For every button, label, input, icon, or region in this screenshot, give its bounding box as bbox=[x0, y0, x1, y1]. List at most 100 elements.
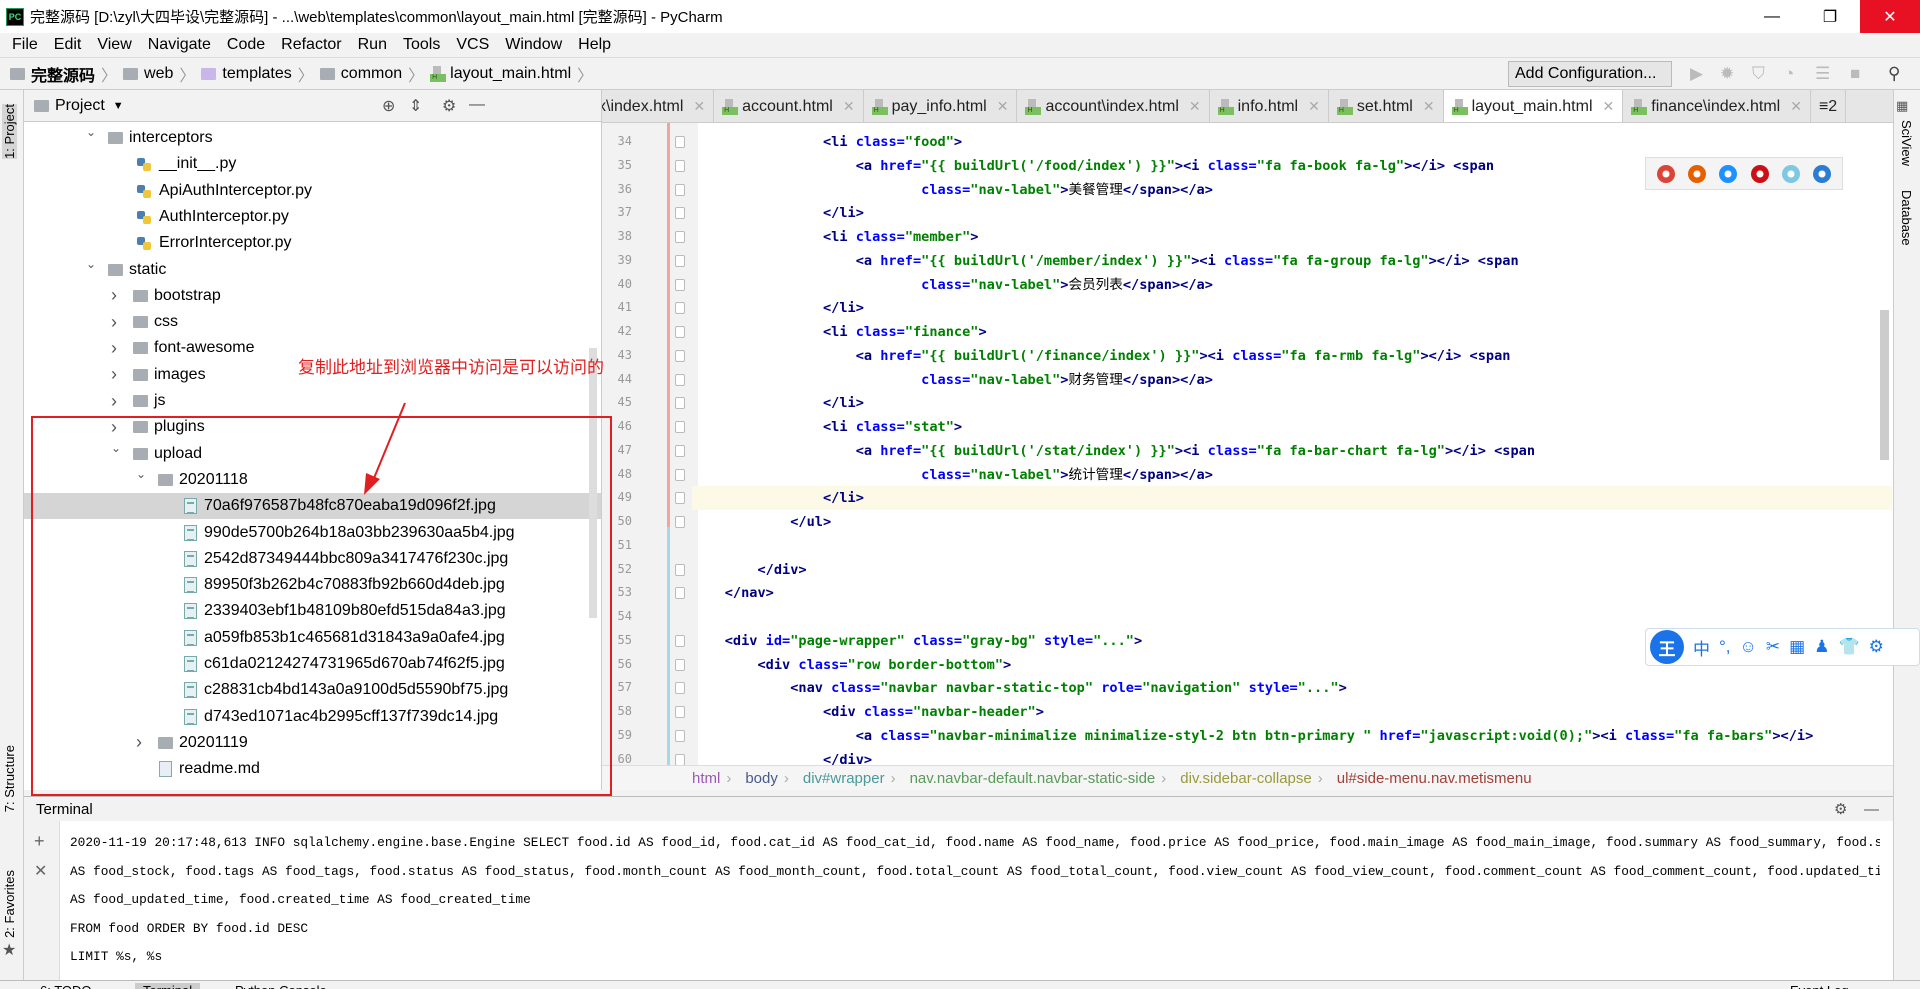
chevron-right-icon[interactable]: › bbox=[111, 285, 117, 306]
screenshot-icon[interactable]: ✂ bbox=[1766, 637, 1780, 657]
fold-marker-icon[interactable] bbox=[675, 492, 685, 505]
fold-marker-icon[interactable] bbox=[675, 658, 685, 671]
tab-set-html[interactable]: set.html ✕ bbox=[1329, 90, 1444, 122]
edge-icon[interactable] bbox=[1813, 164, 1832, 183]
tree-item[interactable]: › bootstrap bbox=[24, 283, 601, 309]
favorites-star-icon[interactable]: ★ bbox=[2, 940, 16, 960]
menu-view[interactable]: View bbox=[89, 36, 139, 54]
chevron-right-icon[interactable]: › bbox=[111, 338, 117, 359]
sciview-tool-tab[interactable]: SciView bbox=[1899, 120, 1914, 166]
chevron-down-icon[interactable]: ⌄ bbox=[86, 125, 96, 139]
fold-marker-icon[interactable] bbox=[675, 183, 685, 196]
safari-icon[interactable] bbox=[1719, 164, 1738, 183]
fold-marker-icon[interactable] bbox=[675, 444, 685, 457]
fold-marker-icon[interactable] bbox=[675, 302, 685, 315]
tree-item[interactable]: › js bbox=[24, 388, 601, 414]
tab-finance-index-html[interactable]: finance\index.html ✕ bbox=[1623, 90, 1811, 122]
settings-icon[interactable]: ⚙ bbox=[1869, 637, 1884, 657]
editor-breadcrumb-item[interactable]: html bbox=[692, 770, 720, 787]
editor-scrollbar[interactable] bbox=[1880, 310, 1889, 460]
run-icon[interactable]: ▶ bbox=[1690, 64, 1703, 84]
tab-account-html[interactable]: account.html ✕ bbox=[714, 90, 864, 122]
new-session-icon[interactable]: + bbox=[34, 831, 45, 852]
menu-file[interactable]: File bbox=[4, 36, 46, 54]
menu-vcs[interactable]: VCS bbox=[448, 36, 497, 54]
close-button[interactable]: ✕ bbox=[1860, 0, 1920, 33]
project-tool-tab[interactable]: 1: Project bbox=[2, 104, 17, 159]
fold-marker-icon[interactable] bbox=[675, 349, 685, 362]
fold-marker-icon[interactable] bbox=[675, 159, 685, 172]
bottom-tool-event-log[interactable]: Event Log bbox=[1790, 983, 1849, 989]
ime-logo[interactable]: 王 bbox=[1650, 630, 1684, 664]
menu-tools[interactable]: Tools bbox=[395, 36, 448, 54]
close-tab-icon[interactable]: ✕ bbox=[1423, 98, 1435, 115]
fold-marker-icon[interactable] bbox=[675, 468, 685, 481]
breadcrumb-item[interactable]: 完整源码 bbox=[10, 62, 95, 86]
bottom-tool-6-todo[interactable]: 6: TODO bbox=[40, 983, 92, 989]
chrome-icon[interactable] bbox=[1656, 164, 1675, 183]
fold-marker-icon[interactable] bbox=[675, 278, 685, 291]
tab-list-icon[interactable]: ▦ bbox=[1896, 98, 1908, 114]
breadcrumb-item[interactable]: common bbox=[319, 65, 402, 83]
fold-marker-icon[interactable] bbox=[675, 587, 685, 600]
hide-panel-icon[interactable]: — bbox=[1864, 801, 1879, 818]
fold-marker-icon[interactable] bbox=[675, 682, 685, 695]
favorites-tool-tab[interactable]: 2: Favorites bbox=[2, 870, 17, 938]
fold-marker-icon[interactable] bbox=[675, 373, 685, 386]
tab-x-index-html[interactable]: x\index.html ✕ bbox=[602, 90, 715, 122]
menu-help[interactable]: Help bbox=[570, 36, 619, 54]
opera-icon[interactable] bbox=[1750, 164, 1769, 183]
tree-item[interactable]: ErrorInterceptor.py bbox=[24, 230, 601, 256]
tab-pay-info-html[interactable]: pay_info.html ✕ bbox=[864, 90, 1018, 122]
code-editor[interactable]: 34 35 36 37 38 39 40 41 42 43 44 45 46 47 48 49 50 51 52 53… bbox=[602, 123, 1893, 765]
fold-marker-icon[interactable] bbox=[675, 421, 685, 433]
punctuation-icon[interactable]: °, bbox=[1719, 637, 1731, 657]
tab-info-html[interactable]: info.html ✕ bbox=[1210, 90, 1329, 122]
bottom-tool-terminal[interactable]: Terminal bbox=[135, 983, 201, 989]
breadcrumb-item[interactable]: web bbox=[123, 65, 173, 83]
tree-item[interactable]: ⌄ interceptors bbox=[24, 125, 601, 151]
close-tab-icon[interactable]: ✕ bbox=[997, 98, 1009, 115]
editor-breadcrumb-item[interactable]: nav.navbar-default.navbar-static-side bbox=[910, 770, 1156, 787]
editor-breadcrumb-item[interactable]: ul#side-menu.nav.metismenu bbox=[1337, 770, 1532, 787]
close-tab-icon[interactable]: ✕ bbox=[843, 98, 855, 115]
tab-account-index-html[interactable]: account\index.html ✕ bbox=[1017, 90, 1210, 122]
editor-breadcrumb-item[interactable]: body bbox=[745, 770, 778, 787]
profile-icon[interactable]: ◔ bbox=[1784, 64, 1794, 84]
fold-marker-icon[interactable] bbox=[675, 563, 685, 576]
close-session-icon[interactable]: ✕ bbox=[34, 861, 47, 881]
minimize-button[interactable]: — bbox=[1742, 0, 1802, 33]
close-tab-icon[interactable]: ✕ bbox=[1308, 98, 1320, 115]
close-tab-icon[interactable]: ✕ bbox=[1790, 98, 1802, 115]
menu-code[interactable]: Code bbox=[219, 36, 273, 54]
ie-icon[interactable] bbox=[1781, 164, 1800, 183]
editor-breadcrumb-item[interactable]: div.sidebar-collapse bbox=[1180, 770, 1311, 787]
locate-icon[interactable]: ⊕ bbox=[382, 96, 395, 116]
hide-panel-icon[interactable]: — bbox=[469, 96, 485, 114]
add-configuration-button[interactable]: Add Configuration... bbox=[1508, 61, 1672, 87]
breadcrumb-item[interactable]: templates bbox=[201, 65, 292, 83]
maximize-button[interactable]: ❐ bbox=[1800, 0, 1860, 33]
menu-window[interactable]: Window bbox=[497, 36, 570, 54]
tab-overflow-button[interactable]: ≡2 bbox=[1811, 90, 1847, 122]
debug-icon[interactable]: ✹ bbox=[1720, 64, 1734, 84]
fold-marker-icon[interactable] bbox=[675, 397, 685, 410]
close-tab-icon[interactable]: ✕ bbox=[1603, 98, 1615, 115]
tree-item[interactable]: AuthInterceptor.py bbox=[24, 204, 601, 230]
emoji-icon[interactable]: ☺ bbox=[1740, 637, 1757, 657]
fold-marker-icon[interactable] bbox=[675, 326, 685, 338]
fold-marker-icon[interactable] bbox=[675, 207, 685, 220]
search-icon[interactable]: ⚲ bbox=[1888, 64, 1900, 84]
chevron-down-icon[interactable]: ⌄ bbox=[86, 257, 96, 271]
fold-marker-icon[interactable] bbox=[675, 136, 685, 148]
fold-marker-icon[interactable] bbox=[675, 231, 685, 243]
database-tool-tab[interactable]: Database bbox=[1899, 190, 1914, 246]
menu-edit[interactable]: Edit bbox=[46, 36, 90, 54]
chevron-right-icon[interactable]: › bbox=[111, 391, 117, 412]
fold-marker-icon[interactable] bbox=[675, 729, 685, 742]
close-tab-icon[interactable]: ✕ bbox=[1189, 98, 1201, 115]
tree-item[interactable]: › css bbox=[24, 309, 601, 335]
concurrency-icon[interactable]: ☰ bbox=[1815, 64, 1830, 84]
coverage-icon[interactable]: ⛉ bbox=[1752, 64, 1765, 84]
project-view-selector[interactable]: Project bbox=[55, 97, 105, 115]
